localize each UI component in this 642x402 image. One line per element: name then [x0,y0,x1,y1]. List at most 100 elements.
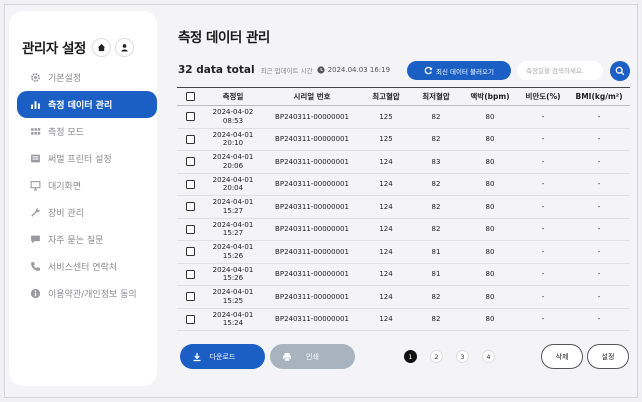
printer-icon [29,153,41,165]
row-checkbox[interactable] [186,269,195,279]
cell-pulse: 80 [462,105,518,129]
table-row[interactable]: 2024-04-01 20:04 BP240311-00000001 124 82 80-… [177,173,630,196]
sidebar-item-2[interactable]: 측정 모드 [17,118,157,145]
table-row[interactable]: 2024-04-02 08:53 BP240311-00000001 125 82 80-… [177,105,630,129]
grid-icon [29,126,41,138]
user-button[interactable] [114,37,134,57]
cell-pulse: 80 [462,128,518,151]
cell-date: 2024-04-01 15:26 [204,263,262,286]
header-systolic: 최고혈압 [362,87,410,106]
table-row[interactable]: 2024-04-01 15:27 BP240311-00000001 124 82 80-… [177,195,630,219]
printer-icon [283,352,291,361]
cell-date-time: 15:24 [222,319,244,328]
sidebar-menu: 기본설정측정 데이터 관리측정 모드써멀 프린터 설정대기화면장비 관리 자주 묻… [17,64,157,307]
cell-pulse: 80 [462,263,518,286]
cell-diastolic: 82 [410,128,462,151]
select-all-cell [177,87,204,106]
print-button[interactable]: 인쇄 [270,344,355,369]
download-label: 다운로드 [209,352,236,361]
cell-date: 2024-04-01 20:04 [204,173,262,196]
print-label: 인쇄 [306,352,319,361]
table-row[interactable]: 2024-04-01 20:10 BP240311-00000001 125 82 80-… [177,128,630,151]
cell-pulse: 80 [462,218,518,241]
cell-date: 2024-04-01 15:25 [204,285,262,309]
refresh-data-button[interactable]: 최신 데이터 불러오기 [407,61,511,80]
sidebar-item-1[interactable]: 측정 데이터 관리 [17,91,157,118]
row-checkbox[interactable] [186,224,195,234]
table-row[interactable]: 2024-04-01 15:26 BP240311-00000001 124 81 80-… [177,240,630,264]
sidebar-header: 관리자 설정 [22,37,134,57]
row-checkbox[interactable] [186,292,195,302]
cell-systolic: 124 [362,240,410,264]
sidebar-item-0[interactable]: 기본설정 [17,64,157,91]
delete-label: 삭제 [555,352,569,361]
table-row[interactable]: 2024-04-01 15:27 BP240311-00000001 124 82 80-… [177,218,630,241]
row-select-cell [177,173,204,196]
home-button[interactable] [91,37,111,57]
table-row[interactable]: 2024-04-01 15:25 BP240311-00000001 124 82 80-… [177,285,630,309]
sidebar-item-label: 측정 모드 [48,128,84,138]
cell-pulse: 80 [462,240,518,264]
settings-button[interactable]: 설정 [587,344,629,369]
cell-serial: BP240311-00000001 [262,173,362,196]
sidebar-item-6[interactable]: 자주 묻는 질문 [17,226,157,253]
table-row[interactable]: 2024-04-01 15:26 BP240311-00000001 124 81 80-… [177,263,630,286]
page-button-1[interactable]: 1 [404,350,417,363]
search-input[interactable] [517,61,603,80]
row-checkbox[interactable] [186,179,195,189]
cell-diastolic: 82 [410,195,462,219]
sidebar-item-label: 대기화면 [48,182,82,192]
table-header-row: 측정일 시리얼 번호 최고혈압 최저혈압 맥박(bpm) 비만도(%) BMI(… [177,87,630,106]
select-all-checkbox[interactable] [186,92,195,102]
row-checkbox[interactable] [186,202,195,212]
sidebar-item-3[interactable]: 써멀 프린터 설정 [17,145,157,172]
row-checkbox[interactable] [186,112,195,122]
row-select-cell [177,195,204,219]
cell-obesity: - [518,240,568,264]
sidebar: 관리자 설정 기본설정측정 데이터 관리측정 모드써멀 프린터 설정대기화면장비… [9,11,157,386]
page-button-3[interactable]: 3 [456,350,469,363]
search-icon [615,66,625,76]
cell-obesity: - [518,308,568,331]
table-row[interactable]: 2024-04-01 20:06 BP240311-00000001 124 83 80-… [177,150,630,174]
cell-diastolic: 81 [410,240,462,264]
sidebar-item-5[interactable]: 장비 관리 [17,199,157,226]
sidebar-item-4[interactable]: 대기화면 [17,172,157,199]
cell-date-day: 2024-04-01 [212,288,254,297]
cell-date-time: 15:27 [222,229,244,238]
cell-obesity: - [518,128,568,151]
cell-date-day: 2024-04-01 [212,198,254,207]
header-diastolic: 최저혈압 [410,87,462,106]
monitor-icon [29,180,41,192]
page-button-4[interactable]: 4 [482,350,495,363]
cell-systolic: 124 [362,308,410,331]
cell-diastolic: 81 [410,263,462,286]
cell-bmi: - [568,150,630,174]
sidebar-item-7[interactable]: 서비스센터 연락처 [17,253,157,280]
row-checkbox[interactable] [186,247,195,257]
cell-diastolic: 82 [410,218,462,241]
cell-obesity: - [518,173,568,196]
row-select-cell [177,218,204,241]
cell-serial: BP240311-00000001 [262,150,362,174]
cell-systolic: 125 [362,105,410,129]
sidebar-item-8[interactable]: 이용약관/개인정보 동의 [17,280,157,307]
cell-serial: BP240311-00000001 [262,263,362,286]
row-checkbox[interactable] [186,314,195,324]
cell-systolic: 124 [362,218,410,241]
row-checkbox[interactable] [186,134,195,144]
cell-bmi: - [568,240,630,264]
cell-date: 2024-04-01 15:27 [204,195,262,219]
table-row[interactable]: 2024-04-01 15:24 BP240311-00000001 124 82 80-… [177,308,630,331]
cell-date-time: 20:06 [222,161,244,170]
search-button[interactable] [610,61,630,81]
download-button[interactable]: 다운로드 [180,344,265,369]
cell-date-time: 15:26 [222,274,244,283]
cell-date-day: 2024-04-02 [212,108,254,117]
page-button-2[interactable]: 2 [430,350,443,363]
sidebar-item-label: 기본설정 [48,74,82,84]
cell-pulse: 80 [462,150,518,174]
row-checkbox[interactable] [186,157,195,167]
delete-button[interactable]: 삭제 [541,344,583,369]
cell-systolic: 124 [362,263,410,286]
